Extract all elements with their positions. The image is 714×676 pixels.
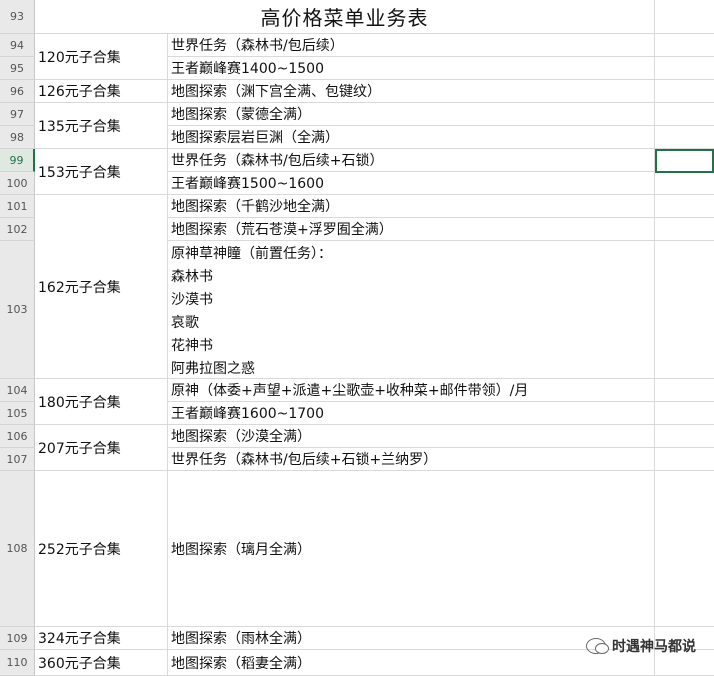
cell[interactable] <box>655 448 714 471</box>
item-line: 阿弗拉图之惑 <box>171 361 255 377</box>
item-cell[interactable]: 地图探索（荒石苍漠+浮罗囿全满） <box>168 218 655 241</box>
row-header[interactable]: 93 <box>0 0 35 34</box>
row-header[interactable]: 103 <box>0 241 35 379</box>
item-cell[interactable]: 世界任务（森林书/包后续+石锁） <box>168 149 655 172</box>
row-header[interactable]: 107 <box>0 448 35 471</box>
row-header[interactable]: 110 <box>0 650 35 676</box>
item-line: 哀歌 <box>171 315 199 331</box>
item-cell[interactable]: 地图探索（蒙德全满） <box>168 103 655 126</box>
cell[interactable] <box>655 57 714 80</box>
row-header[interactable]: 104 <box>0 379 35 402</box>
price-cell[interactable]: 126元子合集 <box>35 80 168 103</box>
cell[interactable] <box>655 379 714 402</box>
watermark: 时遇神马都说 <box>586 632 696 660</box>
price-cell[interactable]: 207元子合集 <box>35 425 168 471</box>
row-header[interactable]: 97 <box>0 103 35 126</box>
price-cell[interactable]: 180元子合集 <box>35 379 168 425</box>
row-header[interactable]: 94 <box>0 34 35 57</box>
row-header[interactable]: 105 <box>0 402 35 425</box>
item-cell[interactable]: 原神（体委+声望+派遣+尘歌壶+收种菜+邮件带领）/月 <box>168 379 655 402</box>
item-line: 原神草神瞳（前置任务）： <box>171 246 332 262</box>
item-cell[interactable]: 王者巅峰赛1600~1700 <box>168 402 655 425</box>
sheet-title[interactable]: 高价格菜单业务表 <box>35 0 655 34</box>
item-cell[interactable]: 地图探索（璃月全满） <box>168 471 655 627</box>
item-line: 森林书 <box>171 269 213 285</box>
spreadsheet: 93 94 95 96 97 98 99 100 101 102 103 104… <box>0 0 714 676</box>
cell[interactable] <box>655 425 714 448</box>
cell[interactable] <box>655 471 714 627</box>
row-header[interactable]: 106 <box>0 425 35 448</box>
cell[interactable] <box>655 241 714 379</box>
item-line: 沙漠书 <box>171 292 213 308</box>
active-cell-outline[interactable] <box>655 149 714 173</box>
price-cell[interactable]: 153元子合集 <box>35 149 168 195</box>
item-cell-multiline[interactable]: 原神草神瞳（前置任务）： 森林书 沙漠书 哀歌 花神书 阿弗拉图之惑 <box>168 241 655 379</box>
item-cell[interactable]: 地图探索（千鹤沙地全满） <box>168 195 655 218</box>
item-cell[interactable]: 地图探索（稻妻全满） <box>168 650 655 676</box>
cell[interactable] <box>655 103 714 126</box>
cell[interactable] <box>655 172 714 195</box>
wechat-icon <box>586 638 609 654</box>
price-cell[interactable]: 162元子合集 <box>35 195 168 379</box>
price-cell[interactable]: 135元子合集 <box>35 103 168 149</box>
price-cell[interactable]: 324元子合集 <box>35 627 168 650</box>
row-header[interactable]: 101 <box>0 195 35 218</box>
row-header[interactable]: 109 <box>0 627 35 650</box>
cell[interactable] <box>655 195 714 218</box>
watermark-text: 时遇神马都说 <box>612 639 696 655</box>
row-header[interactable]: 100 <box>0 172 35 195</box>
item-cell[interactable]: 王者巅峰赛1500~1600 <box>168 172 655 195</box>
item-cell[interactable]: 世界任务（森林书/包后续） <box>168 34 655 57</box>
cell[interactable] <box>655 0 714 34</box>
cell[interactable] <box>655 126 714 149</box>
item-line: 花神书 <box>171 338 213 354</box>
item-cell[interactable]: 地图探索（雨林全满） <box>168 627 655 650</box>
item-cell[interactable]: 地图探索（渊下宫全满、包键纹） <box>168 80 655 103</box>
item-cell[interactable]: 王者巅峰赛1400~1500 <box>168 57 655 80</box>
cell[interactable] <box>655 80 714 103</box>
row-header[interactable]: 108 <box>0 471 35 627</box>
item-cell[interactable]: 地图探索层岩巨渊（全满） <box>168 126 655 149</box>
row-header[interactable]: 95 <box>0 57 35 80</box>
row-header-selected[interactable]: 99 <box>0 149 35 172</box>
cell[interactable] <box>655 402 714 425</box>
cell[interactable] <box>655 218 714 241</box>
price-cell[interactable]: 360元子合集 <box>35 650 168 676</box>
item-cell[interactable]: 地图探索（沙漠全满） <box>168 425 655 448</box>
price-cell[interactable]: 120元子合集 <box>35 34 168 80</box>
row-header[interactable]: 102 <box>0 218 35 241</box>
cell[interactable] <box>655 34 714 57</box>
row-header[interactable]: 96 <box>0 80 35 103</box>
row-header[interactable]: 98 <box>0 126 35 149</box>
item-cell[interactable]: 世界任务（森林书/包后续+石锁+兰纳罗） <box>168 448 655 471</box>
price-cell[interactable]: 252元子合集 <box>35 471 168 627</box>
